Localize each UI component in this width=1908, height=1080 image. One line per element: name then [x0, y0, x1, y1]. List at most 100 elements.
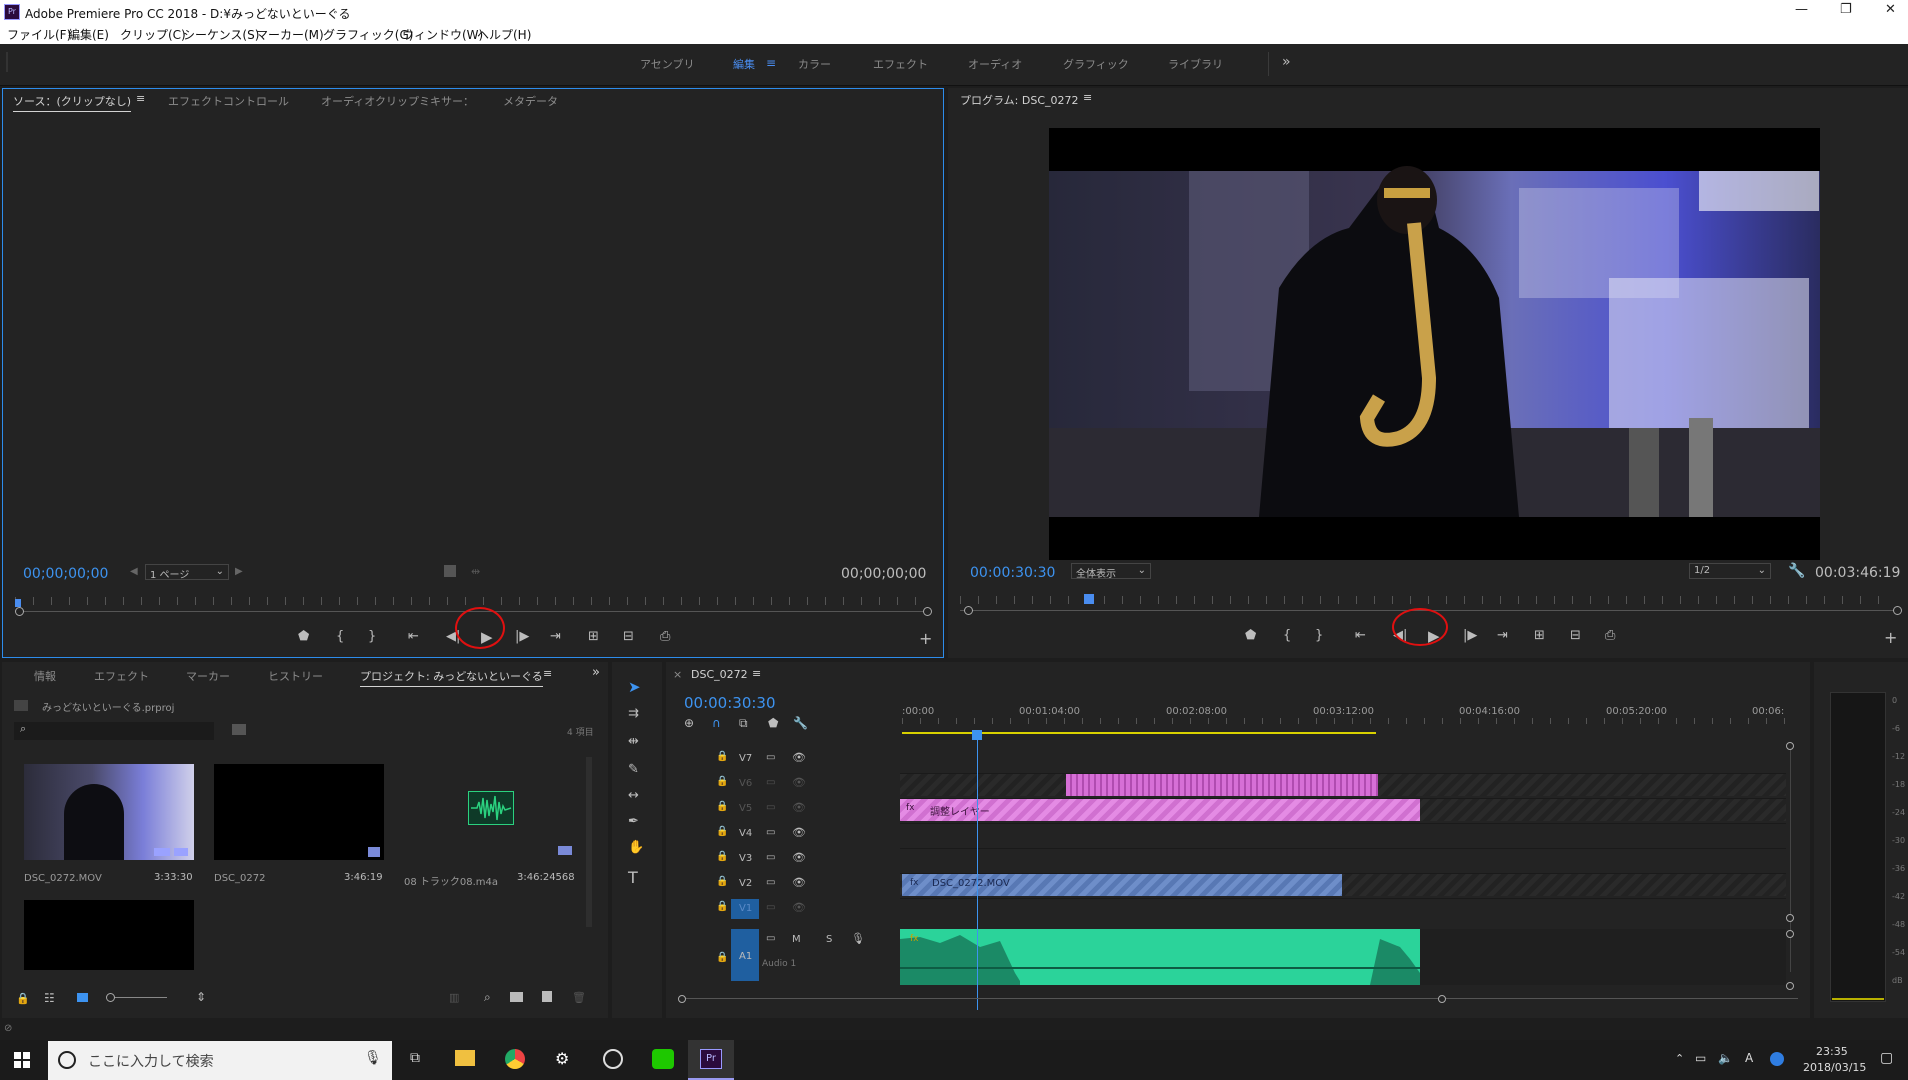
tab-project[interactable]: プロジェクト: みっどないといーぐる	[360, 668, 543, 687]
source-timecode[interactable]: 00;00;00;00	[23, 566, 108, 582]
step-forward-icon[interactable]: |▶	[515, 629, 529, 644]
program-mark-out-icon[interactable]: }	[1315, 628, 1323, 643]
program-timecode[interactable]: 00:00:30:30	[970, 565, 1055, 581]
sequence-menu-icon[interactable]: ≡	[752, 667, 761, 680]
track-select-tool-icon[interactable]: ⇉	[628, 706, 639, 721]
tab-effects[interactable]: エフェクト	[94, 668, 149, 684]
tab-info[interactable]: 情報	[34, 668, 56, 684]
sync-icon[interactable]: ▭	[766, 827, 775, 838]
eye-icon[interactable]: 👁	[792, 851, 806, 864]
mark-out-icon[interactable]: }	[368, 629, 376, 644]
lock-icon[interactable]: 🔒	[716, 952, 728, 963]
eye-icon[interactable]: 👁	[792, 776, 806, 789]
sync-icon[interactable]: ▭	[766, 802, 775, 813]
mute-button[interactable]: M	[792, 934, 801, 945]
eye-icon[interactable]: 👁	[792, 751, 806, 764]
lock-icon[interactable]: 🔒	[716, 851, 728, 862]
adjustment-layer-clip[interactable]: fx 調整レイヤー	[900, 799, 1420, 821]
source-ruler[interactable]	[15, 597, 931, 605]
chrome-icon[interactable]	[505, 1049, 525, 1069]
workspace-graphics[interactable]: グラフィック	[1063, 56, 1129, 72]
video-clip[interactable]: fx DSC_0272.MOV	[902, 874, 1342, 896]
source-playhead[interactable]	[15, 599, 21, 607]
project-item-thumbnail[interactable]	[24, 764, 194, 860]
sync-icon[interactable]: ▭	[766, 902, 775, 913]
export-frame-icon[interactable]: ⎙	[660, 629, 670, 644]
add-marker-icon[interactable]: ⬟	[298, 629, 309, 644]
sync-icon[interactable]: ▭	[766, 752, 775, 763]
lock-icon[interactable]: 🔒	[716, 876, 728, 887]
lock-icon[interactable]: 🔒	[716, 826, 728, 837]
close-button[interactable]: ✕	[1885, 2, 1896, 17]
program-export-frame-icon[interactable]: ⎙	[1605, 628, 1615, 643]
menu-file[interactable]: ファイル(F)	[7, 26, 71, 43]
pen-tool-icon[interactable]: ✒	[628, 814, 639, 829]
audio-clip[interactable]: fx	[900, 929, 1420, 985]
ripple-edit-tool-icon[interactable]: ⇹	[628, 734, 639, 749]
source-panel-menu-icon[interactable]: ≡	[136, 92, 145, 105]
project-search-input[interactable]	[14, 722, 214, 740]
v6-clips[interactable]	[1066, 774, 1378, 796]
timeline-settings-icon[interactable]: 🔧	[793, 716, 808, 730]
project-scrollbar[interactable]	[586, 757, 592, 927]
program-mark-in-icon[interactable]: {	[1283, 628, 1291, 643]
workspace-audio[interactable]: オーディオ	[968, 56, 1022, 72]
minimize-button[interactable]: —	[1795, 2, 1808, 17]
list-view-icon[interactable]: ☷	[44, 991, 55, 1005]
menu-graphics[interactable]: グラフィック(G)	[323, 26, 413, 43]
drag-icon[interactable]: ⇹	[471, 565, 480, 578]
workspace-effects[interactable]: エフェクト	[873, 56, 928, 72]
nest-icon[interactable]: ⊕	[684, 716, 694, 730]
close-sequence-icon[interactable]: ×	[673, 668, 682, 681]
workspace-menu-icon[interactable]: ≡	[766, 56, 776, 70]
extract-icon[interactable]: ⊟	[1570, 628, 1581, 643]
project-item-thumbnail[interactable]	[24, 900, 194, 970]
program-add-marker-icon[interactable]: ⬟	[1245, 628, 1256, 643]
program-add-button-icon[interactable]: +	[1884, 628, 1897, 647]
sort-icon[interactable]: ⇕	[196, 990, 206, 1004]
lock-icon[interactable]: 🔒	[16, 992, 30, 1005]
audio-waveform-icon[interactable]	[468, 791, 514, 825]
program-panel-menu-icon[interactable]: ≡	[1083, 91, 1092, 104]
timeline-ruler[interactable]	[902, 718, 1786, 724]
onedrive-icon[interactable]	[1770, 1052, 1784, 1066]
lock-icon[interactable]: 🔒	[716, 776, 728, 787]
menu-sequence[interactable]: シーケンス(S)	[183, 26, 259, 43]
lock-icon[interactable]: 🔒	[716, 901, 728, 912]
maximize-button[interactable]: ❐	[1840, 2, 1852, 17]
eye-icon[interactable]: 👁	[792, 901, 806, 914]
tab-source[interactable]: ソース：(クリップなし)	[13, 93, 132, 112]
new-bin-icon[interactable]	[510, 992, 523, 1002]
go-to-in-icon[interactable]: ⇤	[408, 629, 419, 644]
volume-icon[interactable]: 🔈	[1718, 1051, 1733, 1065]
wrench-icon[interactable]: 🔧	[1788, 563, 1805, 579]
icon-view-icon[interactable]	[77, 993, 88, 1002]
new-item-icon[interactable]	[542, 991, 552, 1002]
sync-icon[interactable]: ▭	[766, 877, 775, 888]
project-panel-menu-icon[interactable]: ≡	[543, 667, 552, 680]
tab-audio-clip-mixer[interactable]: オーディオクリップミキサー：	[321, 93, 474, 109]
program-go-to-in-icon[interactable]: ⇤	[1355, 628, 1366, 643]
type-tool-icon[interactable]: T	[628, 868, 638, 887]
file-explorer-icon[interactable]	[455, 1050, 475, 1066]
taskbar-search-input[interactable]: ここに入力して検索 🎙	[48, 1041, 392, 1080]
trash-icon[interactable]: 🗑	[572, 991, 586, 1004]
sync-icon[interactable]: ▭	[766, 852, 775, 863]
lift-icon[interactable]: ⊞	[1534, 628, 1545, 643]
automate-icon[interactable]: ▥	[449, 991, 459, 1004]
steam-icon[interactable]: ⚙	[555, 1049, 569, 1068]
selection-tool-icon[interactable]: ➤	[628, 678, 641, 696]
new-bin-from-search-icon[interactable]	[232, 724, 246, 735]
timeline-zoom-bar[interactable]	[678, 998, 1798, 999]
obs-icon[interactable]	[603, 1049, 623, 1069]
sync-icon[interactable]: ▭	[766, 777, 775, 788]
tab-program[interactable]: プログラム: DSC_0272	[960, 92, 1079, 108]
clock-date[interactable]: 2018/03/15	[1803, 1061, 1866, 1074]
windows-start-icon[interactable]	[14, 1052, 30, 1068]
overwrite-icon[interactable]: ⊟	[623, 629, 634, 644]
settings-icon[interactable]	[444, 565, 456, 577]
workspace-editing[interactable]: 編集	[733, 56, 755, 72]
tab-metadata[interactable]: メタデータ	[503, 93, 558, 109]
menu-window[interactable]: ウィンドウ(W)	[402, 26, 483, 43]
tray-chevron-icon[interactable]: ⌃	[1675, 1052, 1684, 1065]
